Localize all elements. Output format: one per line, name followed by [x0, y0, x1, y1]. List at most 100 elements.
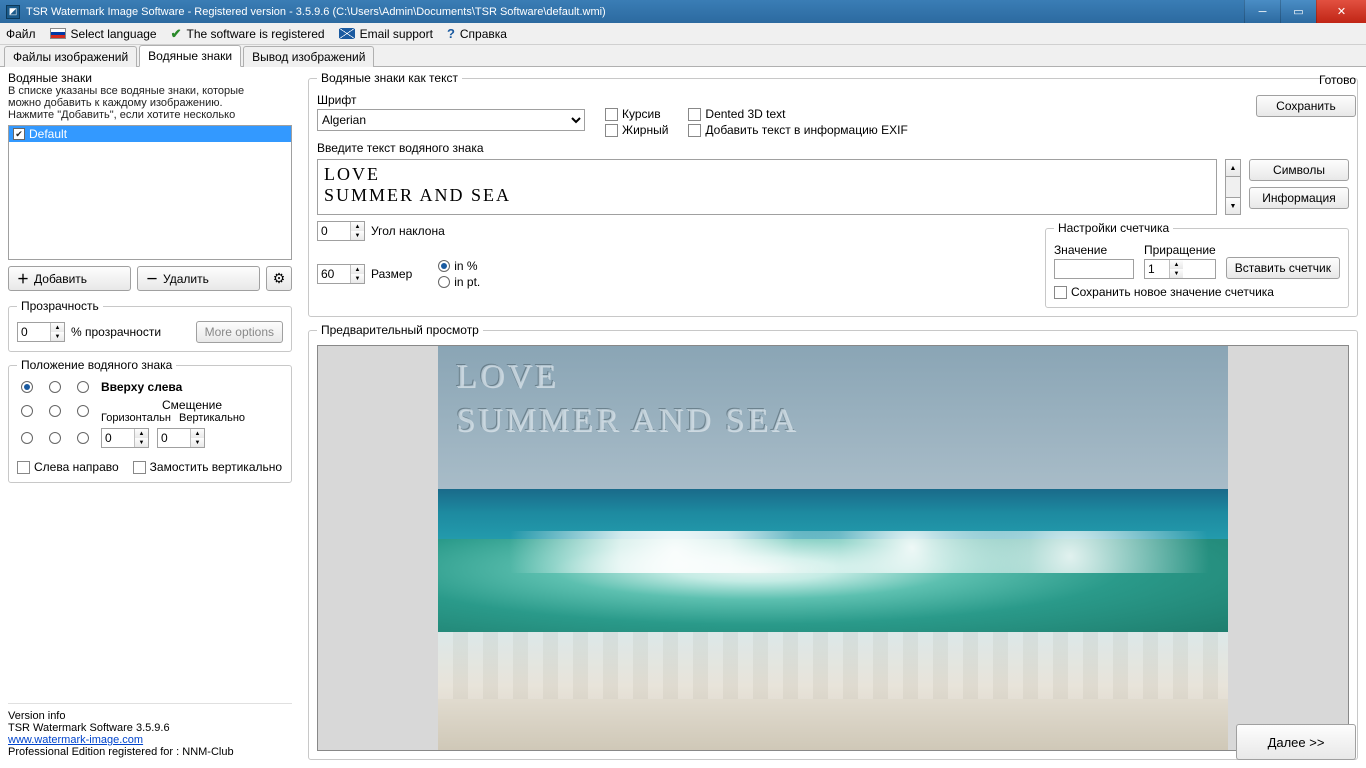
offset-h-input[interactable] [102, 429, 134, 447]
pos-radio-bl[interactable] [21, 432, 33, 444]
menubar: Файл Select language ✔ The software is r… [0, 23, 1366, 45]
counter-incr-input[interactable] [1145, 260, 1169, 278]
counter-title: Настройки счетчика [1054, 221, 1173, 235]
position-group: Положение водяного знака Вверху слева См… [8, 358, 292, 483]
add-button-label: Добавить [34, 272, 87, 286]
tab-watermarks[interactable]: Водяные знаки [139, 45, 241, 67]
offset-horiz-label: Горизонтальн [101, 412, 171, 424]
textarea-scrollbar[interactable]: ▲ ▼ [1225, 159, 1241, 215]
wm-list-group: Водяные знаки В списке указаны все водян… [8, 71, 292, 291]
titlebar: ◩ TSR Watermark Image Software - Registe… [0, 0, 1366, 23]
offset-h-spinner[interactable]: ▲▼ [101, 428, 149, 448]
wm-list-item[interactable]: ✔ Default [9, 126, 291, 142]
close-button[interactable]: ✕ [1316, 0, 1366, 23]
watermark-overlay: LOVE SUMMER AND SEA [456, 358, 798, 440]
pos-selected-label: Вверху слева [101, 380, 283, 394]
preview-group: Предварительный просмотр LOVE SUMMER AND… [308, 323, 1358, 760]
size-label: Размер [371, 267, 412, 281]
preview-image: LOVE SUMMER AND SEA [438, 346, 1228, 751]
window-controls: ─ ▭ ✕ [1244, 0, 1366, 23]
angle-input[interactable] [318, 222, 350, 240]
bold-checkbox[interactable]: Жирный [605, 123, 668, 137]
preview-title: Предварительный просмотр [317, 323, 483, 337]
dented-checkbox[interactable]: Dented 3D text [688, 107, 907, 121]
counter-incr-spinner[interactable]: ▲▼ [1144, 259, 1216, 279]
next-button[interactable]: Далее >> [1236, 724, 1356, 760]
spin-up-icon[interactable]: ▲ [51, 323, 64, 332]
font-select[interactable]: Algerian [317, 109, 585, 131]
symbols-button[interactable]: Символы [1249, 159, 1349, 181]
wm-list[interactable]: ✔ Default [8, 125, 292, 260]
pos-radio-bc[interactable] [49, 432, 61, 444]
window-title: TSR Watermark Image Software - Registere… [26, 6, 606, 18]
counter-value-input[interactable] [1054, 259, 1134, 279]
tab-row: Файлы изображений Водяные знаки Вывод из… [0, 45, 1366, 67]
delete-button-label: Удалить [163, 272, 209, 286]
delete-button[interactable]: － Удалить [137, 266, 260, 291]
tile-label: Замостить вертикально [150, 460, 282, 474]
save-button[interactable]: Сохранить [1256, 95, 1356, 117]
tile-checkbox[interactable]: Замостить вертикально [133, 460, 282, 474]
pos-radio-mc[interactable] [49, 405, 61, 417]
wm-item-checkbox[interactable]: ✔ [13, 128, 25, 140]
ltr-label: Слева направо [34, 460, 119, 474]
menu-help-label: Справка [460, 27, 507, 41]
pos-radio-tl[interactable] [21, 381, 33, 393]
pos-radio-tc[interactable] [49, 381, 61, 393]
transparency-title: Прозрачность [17, 299, 103, 313]
pos-radio-tr[interactable] [77, 381, 89, 393]
spin-down-icon[interactable]: ▼ [51, 332, 64, 341]
exif-checkbox[interactable]: Добавить текст в информацию EXIF [688, 123, 907, 137]
offset-v-input[interactable] [158, 429, 190, 447]
flag-icon [50, 28, 66, 39]
menu-email[interactable]: Email support [339, 27, 433, 41]
watermark-text-input[interactable]: LOVE SUMMER AND SEA [317, 159, 1217, 215]
menu-help[interactable]: ? Справка [447, 26, 507, 41]
pos-radio-br[interactable] [77, 432, 89, 444]
counter-incr-label: Приращение [1144, 243, 1216, 257]
transparency-input[interactable] [18, 323, 50, 341]
wm-group-desc1: В списке указаны все водяные знаки, кото… [8, 85, 292, 97]
scroll-up-icon[interactable]: ▲ [1225, 159, 1241, 177]
menu-email-label: Email support [360, 27, 433, 41]
transparency-spinner[interactable]: ▲▼ [17, 322, 65, 342]
wm-group-desc3: Нажмите "Добавить", если хотите нескольк… [8, 109, 292, 121]
counter-group: Настройки счетчика Значение Приращение ▲… [1045, 221, 1349, 308]
wm-item-label: Default [29, 127, 67, 141]
tab-files[interactable]: Файлы изображений [4, 46, 137, 67]
wm-group-desc2: можно добавить к каждому изображению. [8, 97, 292, 109]
angle-spinner[interactable]: ▲▼ [317, 221, 365, 241]
size-spinner[interactable]: ▲▼ [317, 264, 365, 284]
text-watermark-group: Водяные знаки как текст Шрифт Algerian К… [308, 71, 1358, 317]
font-label: Шрифт [317, 93, 585, 107]
size-input[interactable] [318, 265, 350, 283]
settings-button[interactable]: ⚙ [266, 266, 292, 291]
more-options-button[interactable]: More options [196, 321, 283, 343]
pos-radio-mr[interactable] [77, 405, 89, 417]
minimize-button[interactable]: ─ [1244, 0, 1280, 23]
info-button[interactable]: Информация [1249, 187, 1349, 209]
menu-file[interactable]: Файл [6, 27, 36, 41]
menu-language[interactable]: Select language [50, 27, 157, 41]
pos-radio-ml[interactable] [21, 405, 33, 417]
maximize-button[interactable]: ▭ [1280, 0, 1316, 23]
offset-v-spinner[interactable]: ▲▼ [157, 428, 205, 448]
add-button[interactable]: ＋ Добавить [8, 266, 131, 291]
menu-registered[interactable]: ✔ The software is registered [171, 26, 325, 42]
italic-checkbox[interactable]: Курсив [605, 107, 668, 121]
plus-icon: ＋ [17, 270, 29, 287]
unit-percent-radio[interactable]: in % [438, 259, 480, 273]
version-url[interactable]: www.watermark-image.com [8, 734, 143, 746]
insert-counter-button[interactable]: Вставить счетчик [1226, 257, 1340, 279]
preview-box: LOVE SUMMER AND SEA [317, 345, 1349, 751]
app-icon: ◩ [6, 5, 20, 19]
save-counter-checkbox[interactable]: Сохранить новое значение счетчика [1054, 285, 1340, 299]
tab-output[interactable]: Вывод изображений [243, 46, 374, 67]
gear-icon: ⚙ [273, 270, 286, 287]
text-watermark-title: Водяные знаки как текст [317, 71, 462, 85]
offset-title: Смещение [101, 398, 283, 412]
unit-pt-radio[interactable]: in pt. [438, 275, 480, 289]
scroll-down-icon[interactable]: ▼ [1225, 197, 1241, 215]
minus-icon: － [146, 270, 158, 287]
ltr-checkbox[interactable]: Слева направо [17, 460, 119, 474]
